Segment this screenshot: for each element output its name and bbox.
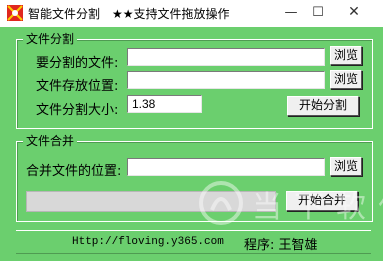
split-size-label: 文件分割大小: bbox=[36, 103, 119, 118]
maximize-button[interactable]: ☐ bbox=[301, 0, 335, 27]
split-file-browse-button[interactable]: 浏览 bbox=[330, 46, 362, 65]
split-dest-label: 文件存放位置: bbox=[36, 79, 119, 94]
close-icon: ✕ bbox=[348, 4, 360, 20]
start-split-button[interactable]: 开始分割 bbox=[287, 96, 359, 116]
split-group-title: 文件分割 bbox=[23, 31, 78, 47]
status-bar: Http://floving.y365.com 程序: 王智雄 bbox=[16, 230, 371, 254]
split-file-label: 要分割的文件: bbox=[36, 56, 119, 71]
title-bar: 智能文件分割 ★★支持文件拖放操作 — ☐ ✕ bbox=[0, 0, 383, 27]
author-label: 程序: 王智雄 bbox=[244, 238, 318, 253]
homepage-url: Http://floving.y365.com bbox=[72, 236, 224, 248]
merge-location-browse-button[interactable]: 浏览 bbox=[330, 157, 362, 176]
merge-group-title: 文件合并 bbox=[23, 133, 78, 149]
split-file-input[interactable] bbox=[127, 48, 325, 66]
split-dest-browse-button[interactable]: 浏览 bbox=[330, 70, 362, 89]
close-button[interactable]: ✕ bbox=[337, 0, 371, 27]
watermark-text: 当下软件园 bbox=[252, 190, 383, 225]
watermark-logo-icon bbox=[199, 181, 243, 225]
split-size-input[interactable] bbox=[127, 95, 202, 113]
merge-location-input[interactable] bbox=[127, 158, 325, 176]
app-title: 智能文件分割 bbox=[28, 7, 101, 21]
app-subtitle: ★★支持文件拖放操作 bbox=[112, 7, 230, 21]
maximize-icon: ☐ bbox=[312, 5, 324, 20]
split-dest-input[interactable] bbox=[127, 71, 325, 89]
merge-location-label: 合并文件的位置: bbox=[26, 164, 122, 179]
minimize-icon: — bbox=[284, 5, 298, 20]
window-title: 智能文件分割 ★★支持文件拖放操作 bbox=[28, 5, 230, 22]
app-icon bbox=[7, 5, 23, 21]
